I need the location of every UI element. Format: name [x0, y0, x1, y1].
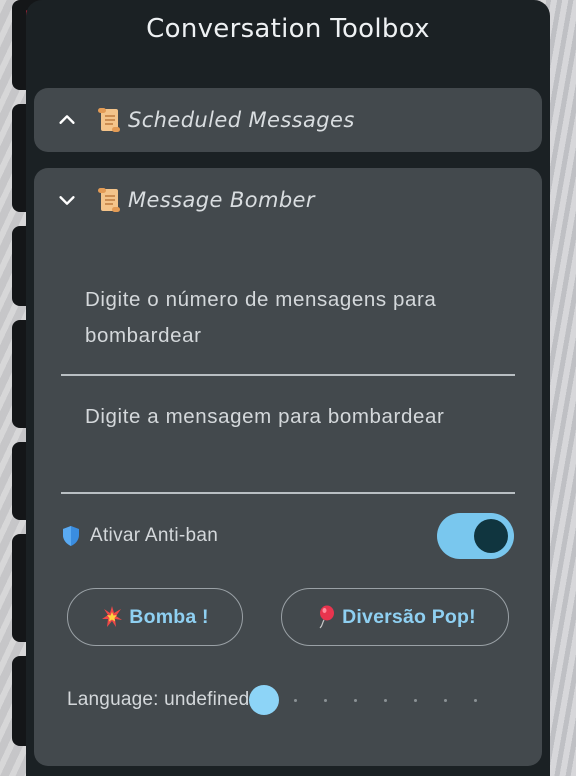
message-text-placeholder: Digite a mensagem para bombardear	[85, 405, 445, 428]
chevron-down-icon	[59, 196, 75, 205]
panel-title: Conversation Toolbox	[146, 14, 430, 44]
slider-tick	[474, 699, 478, 702]
antiban-label: Ativar Anti-ban	[90, 525, 219, 546]
language-slider[interactable]	[249, 683, 507, 717]
bomb-button[interactable]: Bomba !	[67, 588, 243, 646]
slider-tick	[354, 699, 358, 702]
section-scheduled-messages[interactable]: Scheduled Messages	[34, 88, 542, 152]
scroll-icon	[98, 188, 120, 212]
antiban-toggle-row: Ativar Anti-ban	[61, 513, 515, 559]
background-texture	[546, 0, 576, 776]
language-row: Language: undefined	[67, 683, 507, 717]
section-message-bomber-header[interactable]: Message Bomber	[34, 168, 542, 232]
slider-thumb[interactable]	[249, 685, 280, 715]
slider-tick	[444, 699, 448, 702]
bomb-button-label: Bomba !	[129, 605, 209, 628]
message-text-input[interactable]: Digite a mensagem para bombardear	[61, 399, 515, 494]
conversation-toolbox-panel: Conversation Toolbox Scheduled Messages	[26, 0, 550, 776]
balloon-icon	[319, 605, 335, 629]
slider-tick	[414, 699, 418, 702]
pop-fun-button[interactable]: Diversão Pop!	[281, 588, 509, 646]
slider-tick	[294, 699, 298, 702]
language-label: Language: undefined	[67, 689, 250, 710]
switch-knob	[474, 519, 508, 553]
chevron-up-icon	[59, 115, 75, 124]
scroll-icon	[98, 108, 120, 132]
pop-fun-button-label: Diversão Pop!	[342, 605, 476, 628]
message-count-placeholder: Digite o número de mensagens para bombar…	[85, 288, 437, 347]
collision-icon	[102, 606, 123, 627]
message-count-input[interactable]: Digite o número de mensagens para bombar…	[61, 282, 515, 376]
section-message-bomber: Message Bomber Digite o número de mensag…	[34, 168, 542, 766]
slider-tick	[324, 699, 328, 702]
shield-icon	[63, 526, 79, 546]
section-title: Message Bomber	[128, 188, 315, 212]
section-title: Scheduled Messages	[128, 108, 355, 132]
antiban-switch[interactable]	[437, 513, 514, 559]
slider-tick	[384, 699, 388, 702]
